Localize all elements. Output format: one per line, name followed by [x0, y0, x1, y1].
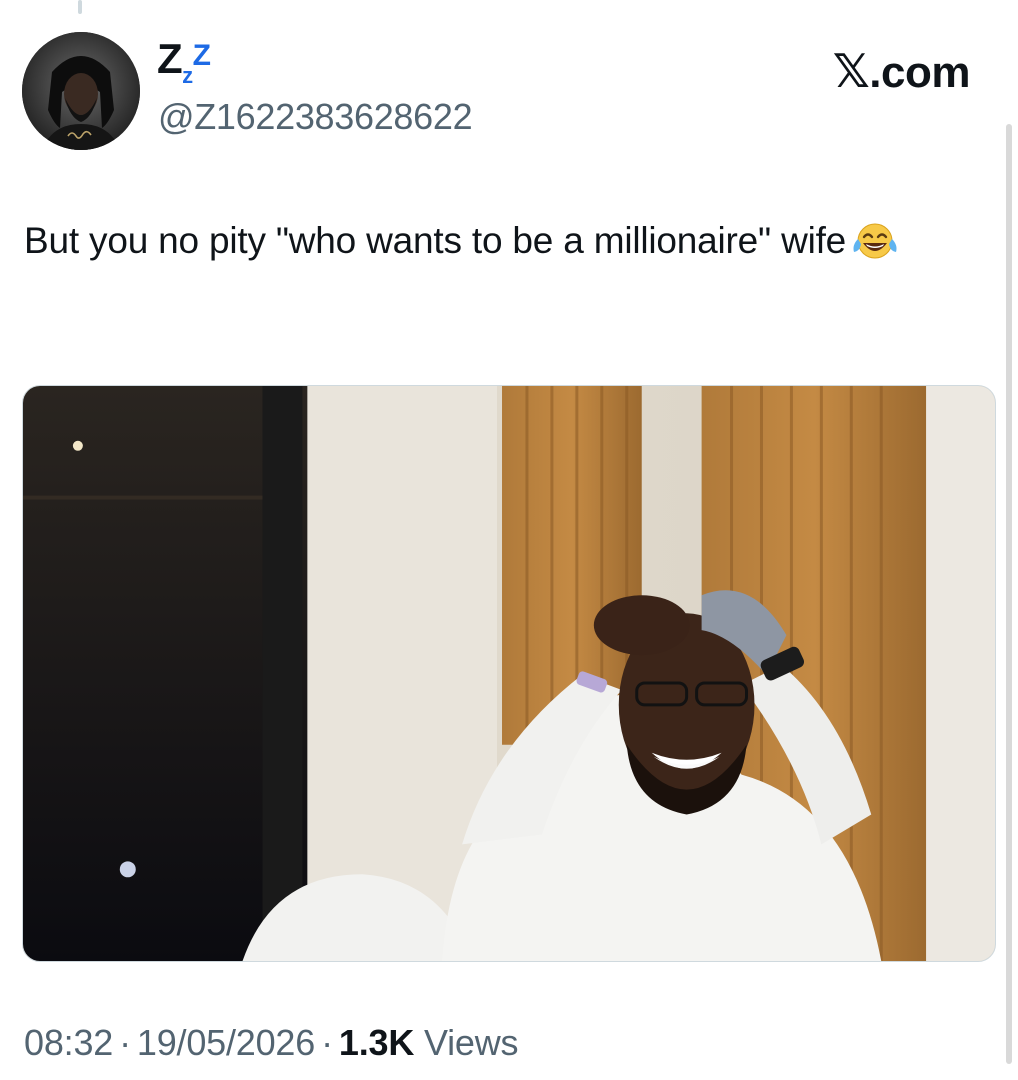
x-logo-icon: 𝕏 — [832, 44, 870, 98]
tweet-media-image[interactable] — [22, 385, 996, 962]
photo-laughing-man — [23, 386, 995, 961]
brand-label: .com — [869, 48, 970, 97]
separator-dot: · — [321, 1022, 333, 1063]
display-name[interactable]: ZzZ — [157, 35, 211, 88]
avatar[interactable] — [22, 32, 140, 150]
display-name-part-2: z — [182, 63, 193, 88]
views-count: 1.3K — [338, 1022, 415, 1063]
tweet-screenshot: ZzZ @Z1622383628622 𝕏.com But you no pit… — [0, 0, 1018, 1080]
x-brand-logo: 𝕏.com — [832, 44, 971, 98]
display-name-part-1: Z — [157, 35, 183, 82]
display-name-part-3: Z — [192, 39, 211, 72]
scrollbar[interactable] — [1006, 124, 1012, 1064]
face-with-tears-of-joy-icon — [850, 219, 900, 261]
avatar-image — [22, 32, 140, 150]
views-label: Views — [423, 1022, 519, 1063]
tweet-text: But you no pity "who wants to be a milli… — [24, 214, 964, 268]
thread-connector — [78, 0, 82, 14]
user-handle[interactable]: @Z1622383628622 — [158, 96, 473, 138]
separator-dot: · — [119, 1022, 131, 1063]
tweet-date[interactable]: 19/05/2026 — [137, 1022, 315, 1063]
tweet-body: But you no pity "who wants to be a milli… — [24, 220, 847, 261]
tweet-metadata: 08:32 · 19/05/2026 · 1.3K Views — [24, 1022, 519, 1064]
tweet-time[interactable]: 08:32 — [24, 1022, 113, 1063]
